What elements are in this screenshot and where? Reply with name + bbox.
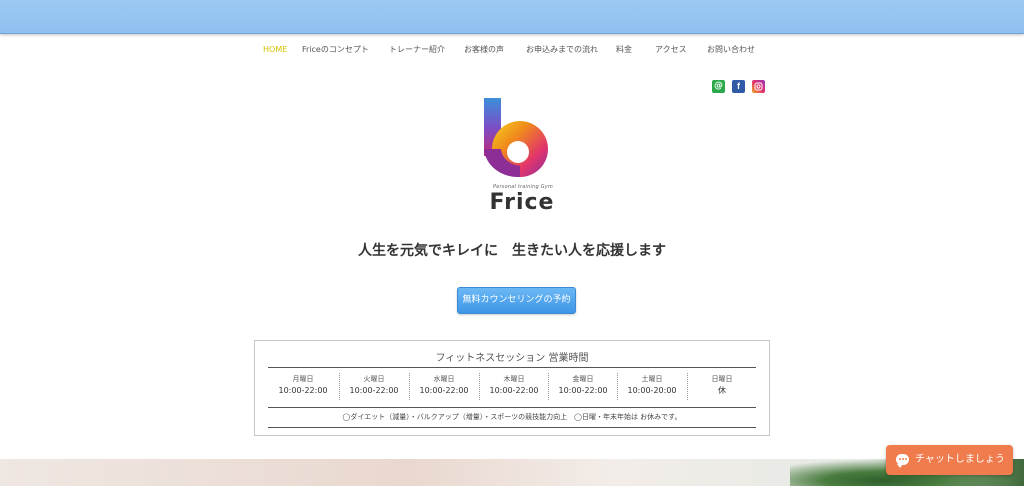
day-name: 月曜日: [292, 375, 314, 383]
day-name: 火曜日: [363, 375, 385, 383]
free-counseling-button[interactable]: 無料カウンセリングの予約: [457, 287, 576, 314]
logo-wordmark: Frice: [489, 190, 555, 215]
day-name: 金曜日: [572, 375, 594, 383]
day-hours: 休: [718, 386, 726, 395]
day-hours: 10:00-20:00: [627, 386, 677, 395]
day-friday: 金曜日 10:00-22:00: [548, 374, 618, 397]
hero-tagline: 人生を元気でキレイに 生きたい人を応援します: [358, 243, 666, 259]
hours-title: フィットネスセッション 営業時間: [435, 353, 589, 364]
instagram-icon[interactable]: [752, 80, 765, 93]
nav-application-flow[interactable]: お申込みまでの流れ: [526, 44, 598, 56]
hours-mid-rule: [268, 407, 756, 408]
day-name: 土曜日: [641, 375, 663, 383]
chat-widget-button[interactable]: チャットしましょう: [886, 445, 1013, 475]
day-hours: 10:00-22:00: [419, 386, 469, 395]
chat-label: チャットしましょう: [915, 454, 1005, 465]
hours-note: ◯ダイエット（減量）・バルクアップ（増量）・スポーツの競技能力向上 ◯日曜・年末…: [342, 413, 682, 421]
business-hours-panel: フィットネスセッション 営業時間 月曜日 10:00-22:00 火曜日 10:…: [254, 340, 770, 436]
nav-contact[interactable]: お問い合わせ: [707, 44, 755, 56]
line-icon[interactable]: @: [712, 80, 725, 93]
hours-bottom-rule: [268, 427, 756, 428]
main-nav: HOME Friceのコンセプト トレーナー紹介 お客様の声 お申込みまでの流れ…: [0, 44, 1024, 58]
day-sunday: 日曜日 休: [687, 374, 757, 397]
day-hours: 10:00-22:00: [558, 386, 608, 395]
nav-home[interactable]: HOME: [263, 44, 287, 56]
day-name: 木曜日: [503, 375, 525, 383]
header-band: [0, 0, 1024, 34]
nav-pricing[interactable]: 料金: [616, 44, 632, 56]
day-thursday: 木曜日 10:00-22:00: [479, 374, 549, 397]
day-name: 日曜日: [711, 375, 733, 383]
day-saturday: 土曜日 10:00-20:00: [617, 374, 687, 397]
day-tuesday: 火曜日 10:00-22:00: [339, 374, 409, 397]
day-monday: 月曜日 10:00-22:00: [268, 374, 338, 397]
nav-testimonials[interactable]: お客様の声: [464, 44, 504, 56]
facebook-icon[interactable]: f: [732, 80, 745, 93]
day-wednesday: 水曜日 10:00-22:00: [409, 374, 479, 397]
chat-bubble-icon: [896, 454, 909, 468]
nav-access[interactable]: アクセス: [655, 44, 687, 56]
day-name: 水曜日: [433, 375, 455, 383]
day-hours: 10:00-22:00: [489, 386, 539, 395]
hours-top-rule: [268, 367, 756, 368]
day-hours: 10:00-22:00: [349, 386, 399, 395]
nav-concept[interactable]: Friceのコンセプト: [302, 44, 369, 56]
nav-trainers[interactable]: トレーナー紹介: [389, 44, 445, 56]
day-hours: 10:00-22:00: [278, 386, 328, 395]
